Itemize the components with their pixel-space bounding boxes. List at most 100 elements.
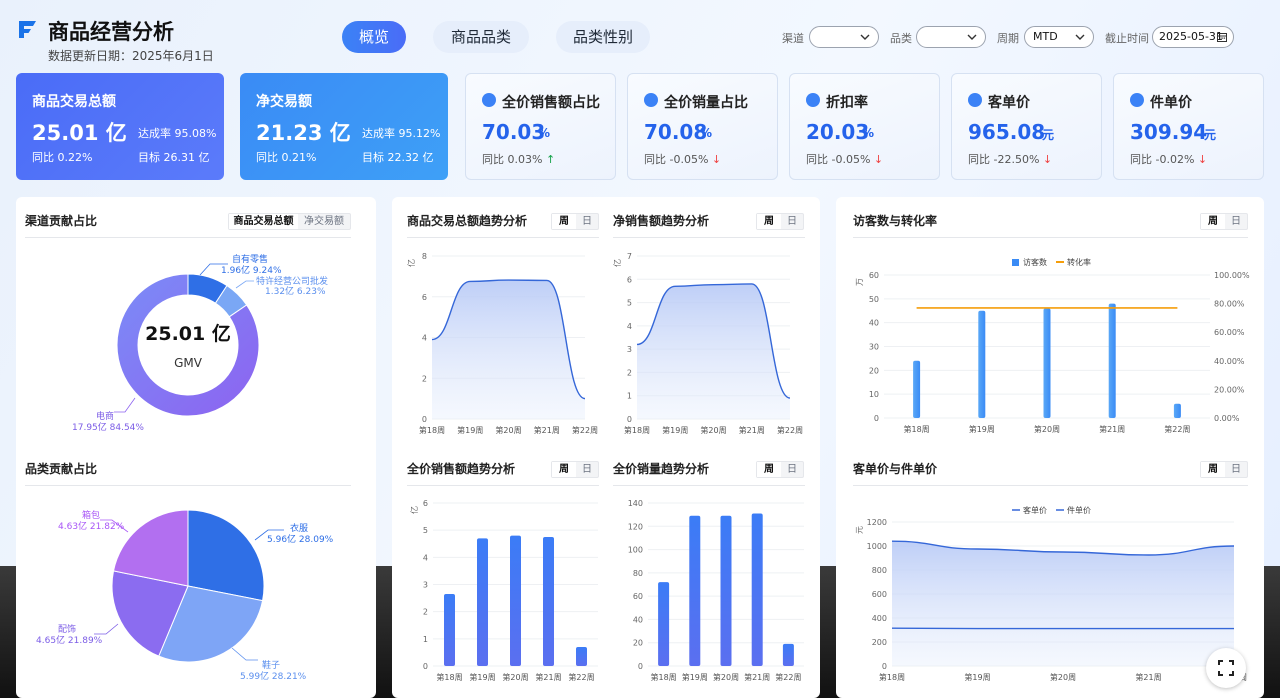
y-tick-label: 3 — [423, 581, 428, 590]
slice-value: 1.96亿 9.24% — [221, 264, 282, 276]
y-tick-label: 2 — [627, 368, 632, 377]
bar — [720, 515, 732, 666]
y-unit-label: 亿 — [406, 259, 416, 267]
slice-name: 衣服 — [290, 522, 308, 534]
y-tick-label: 6 — [423, 499, 428, 508]
x-tick-label: 第20周 — [700, 425, 726, 435]
x-tick-label: 第21周 — [535, 672, 561, 682]
x-tick-label: 第20周 — [495, 425, 521, 435]
x-tick-label: 第19周 — [662, 425, 688, 435]
y-tick-label: 4 — [627, 322, 632, 331]
y-tick-label: 20 — [633, 639, 643, 648]
x-tick-label: 第20周 — [1050, 672, 1076, 682]
bar — [751, 513, 763, 666]
x-tick-label: 第19周 — [682, 672, 708, 682]
y-tick-label: 200 — [872, 638, 887, 647]
bar — [1173, 403, 1181, 418]
slice-value: 1.32亿 6.23% — [265, 285, 326, 297]
y-tick-label: 50 — [869, 295, 879, 304]
x-tick-label: 第20周 — [1034, 424, 1060, 434]
donut-center-label: GMV — [174, 356, 203, 370]
y-tick-label: 2 — [422, 374, 427, 383]
leader-line — [235, 280, 254, 289]
y-tick-label: 1 — [627, 392, 632, 401]
bar — [576, 646, 587, 666]
bar — [477, 538, 488, 666]
slice-name: 自有零售 — [232, 253, 268, 265]
y-unit-label: 万 — [855, 278, 864, 286]
x-tick-label: 第21周 — [1135, 672, 1161, 682]
y-tick-label: 140 — [628, 499, 643, 508]
leader-line — [231, 647, 258, 661]
donut-center-value: 25.01 亿 — [145, 322, 231, 345]
x-tick-label: 第18周 — [904, 424, 930, 434]
y-tick-label: 2 — [423, 608, 428, 617]
y-tick-label: 8 — [422, 252, 427, 261]
bar — [913, 360, 921, 418]
slice-value: 5.99亿 28.21% — [240, 670, 307, 682]
x-tick-label: 第20周 — [502, 672, 528, 682]
fullscreen-button[interactable] — [1206, 648, 1246, 688]
y-tick-label: 60 — [869, 271, 879, 280]
slice-name: 特许经营公司批发 — [256, 275, 328, 287]
x-tick-label: 第18周 — [436, 672, 462, 682]
y-tick-label: 100 — [628, 546, 643, 555]
slice-name: 鞋子 — [262, 659, 280, 671]
y-tick-label: 40 — [869, 319, 879, 328]
y-tick-label: 1200 — [867, 518, 887, 527]
leader-line — [94, 623, 119, 635]
y2-tick-label: 0.00% — [1214, 414, 1240, 423]
y-tick-label: 0 — [874, 414, 879, 423]
legend-label: 访客数 — [1023, 257, 1047, 267]
y-tick-label: 1000 — [867, 542, 887, 551]
y-tick-label: 7 — [627, 252, 632, 261]
y-unit-label: 亿 — [612, 259, 622, 267]
y-unit-label: 元 — [855, 526, 864, 534]
x-tick-label: 第22周 — [568, 672, 594, 682]
x-tick-label: 第18周 — [419, 425, 445, 435]
slice-value: 4.63亿 21.82% — [58, 520, 125, 532]
x-tick-label: 第18周 — [651, 672, 677, 682]
x-tick-label: 第21周 — [739, 425, 765, 435]
y-tick-label: 1 — [423, 635, 428, 644]
x-tick-label: 第21周 — [1099, 424, 1125, 434]
x-tick-label: 第21周 — [744, 672, 770, 682]
bar — [782, 643, 794, 666]
x-tick-label: 第22周 — [1164, 424, 1190, 434]
y-tick-label: 30 — [869, 343, 879, 352]
y-tick-label: 120 — [628, 522, 643, 531]
y-tick-label: 5 — [423, 526, 428, 535]
y2-tick-label: 20.00% — [1214, 385, 1245, 394]
y-tick-label: 0 — [882, 662, 887, 671]
x-tick-label: 第18周 — [879, 672, 905, 682]
bar — [1043, 308, 1051, 418]
slice-value: 17.95亿 84.54% — [72, 421, 144, 433]
y2-tick-label: 40.00% — [1214, 357, 1245, 366]
slice-value: 5.96亿 28.09% — [267, 533, 334, 545]
y-tick-label: 400 — [872, 614, 887, 623]
slice-name: 配饰 — [58, 623, 76, 635]
y-unit-label: 亿 — [409, 506, 419, 514]
bar — [444, 594, 455, 666]
bar — [978, 310, 986, 418]
y2-tick-label: 80.00% — [1214, 300, 1245, 309]
y-tick-label: 80 — [633, 569, 643, 578]
bar — [1108, 303, 1116, 418]
y-tick-label: 3 — [627, 345, 632, 354]
legend-label: 件单价 — [1067, 505, 1091, 515]
x-tick-label: 第21周 — [534, 425, 560, 435]
x-tick-label: 第22周 — [777, 425, 803, 435]
slice-value: 4.65亿 21.89% — [36, 634, 103, 646]
y-tick-label: 0 — [422, 415, 427, 424]
x-tick-label: 第19周 — [969, 424, 995, 434]
y-tick-label: 20 — [869, 366, 879, 375]
y-tick-label: 800 — [872, 566, 887, 575]
slice-name: 电商 — [96, 410, 114, 422]
legend-swatch-visitors — [1012, 259, 1019, 266]
leader-line — [114, 397, 136, 413]
legend-label: 转化率 — [1067, 257, 1091, 267]
x-tick-label: 第19周 — [457, 425, 483, 435]
y2-tick-label: 60.00% — [1214, 328, 1245, 337]
y-tick-label: 0 — [423, 662, 428, 671]
x-tick-label: 第20周 — [713, 672, 739, 682]
